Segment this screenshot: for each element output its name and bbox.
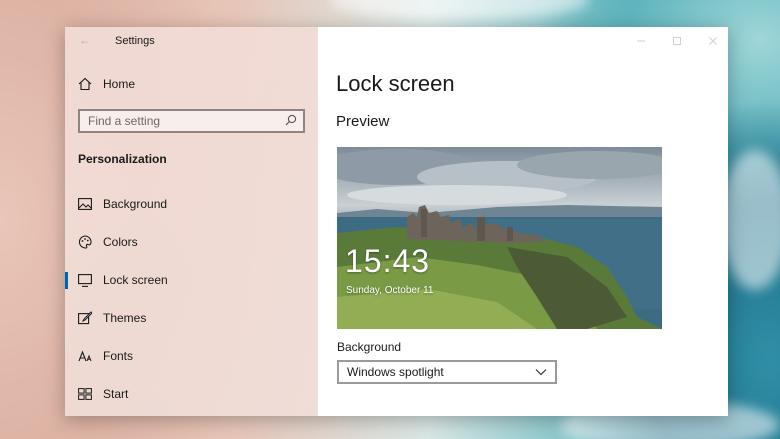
- background-dropdown-value: Windows spotlight: [347, 365, 444, 379]
- sidebar-item-background[interactable]: Background: [65, 189, 318, 219]
- background-dropdown[interactable]: Windows spotlight: [337, 360, 557, 384]
- back-arrow-icon[interactable]: ←: [79, 33, 97, 47]
- close-icon[interactable]: [708, 33, 718, 45]
- settings-window: ← Settings Home Find a setting Personali…: [65, 27, 728, 416]
- sidebar-item-label: Start: [103, 387, 129, 401]
- wallpaper-foam: [720, 150, 780, 290]
- wallpaper-foam: [330, 0, 590, 20]
- window-title: Settings: [115, 35, 155, 47]
- preview-heading: Preview: [336, 113, 390, 130]
- sidebar-item-label: Colors: [103, 235, 138, 249]
- brush-icon: [77, 310, 93, 326]
- sidebar-item-label: Fonts: [103, 349, 134, 363]
- section-title: Personalization: [78, 152, 167, 166]
- chevron-down-icon: [535, 365, 547, 379]
- sidebar-item-label: Background: [103, 197, 168, 211]
- palette-icon: [77, 234, 93, 250]
- maximize-icon[interactable]: [672, 33, 682, 45]
- sidebar-item-lock-screen[interactable]: Lock screen: [65, 265, 318, 295]
- sidebar-item-home[interactable]: Home: [65, 69, 318, 99]
- start-icon: [77, 386, 93, 402]
- window-controls: [636, 33, 718, 45]
- page-title: Lock screen: [336, 71, 455, 96]
- preview-date: Sunday, October 11: [346, 285, 434, 296]
- search-placeholder: Find a setting: [88, 114, 161, 128]
- lock-screen-preview: 15:43 Sunday, October 11: [337, 147, 662, 329]
- image-icon: [77, 196, 93, 212]
- minimize-icon[interactable]: [636, 33, 646, 43]
- sidebar-item-start[interactable]: Start: [65, 379, 318, 409]
- main-content: Lock screen Preview 15:43 Sunday, Octobe…: [318, 27, 728, 416]
- font-icon: [77, 348, 93, 364]
- castle-landscape-image: [337, 149, 662, 329]
- search-icon[interactable]: [285, 114, 297, 129]
- sidebar-item-fonts[interactable]: Fonts: [65, 341, 318, 371]
- search-input[interactable]: Find a setting: [78, 109, 305, 133]
- monitor-icon: [77, 272, 93, 288]
- sidebar-item-colors[interactable]: Colors: [65, 227, 318, 257]
- sidebar-item-themes[interactable]: Themes: [65, 303, 318, 333]
- home-icon: [77, 76, 93, 92]
- sidebar-item-label: Lock screen: [103, 273, 168, 287]
- preview-clock: 15:43: [345, 243, 431, 279]
- sidebar-item-label: Themes: [103, 311, 147, 325]
- sidebar-item-label: Home: [103, 77, 136, 91]
- background-label: Background: [337, 340, 402, 354]
- sidebar: ← Settings Home Find a setting Personali…: [65, 27, 318, 416]
